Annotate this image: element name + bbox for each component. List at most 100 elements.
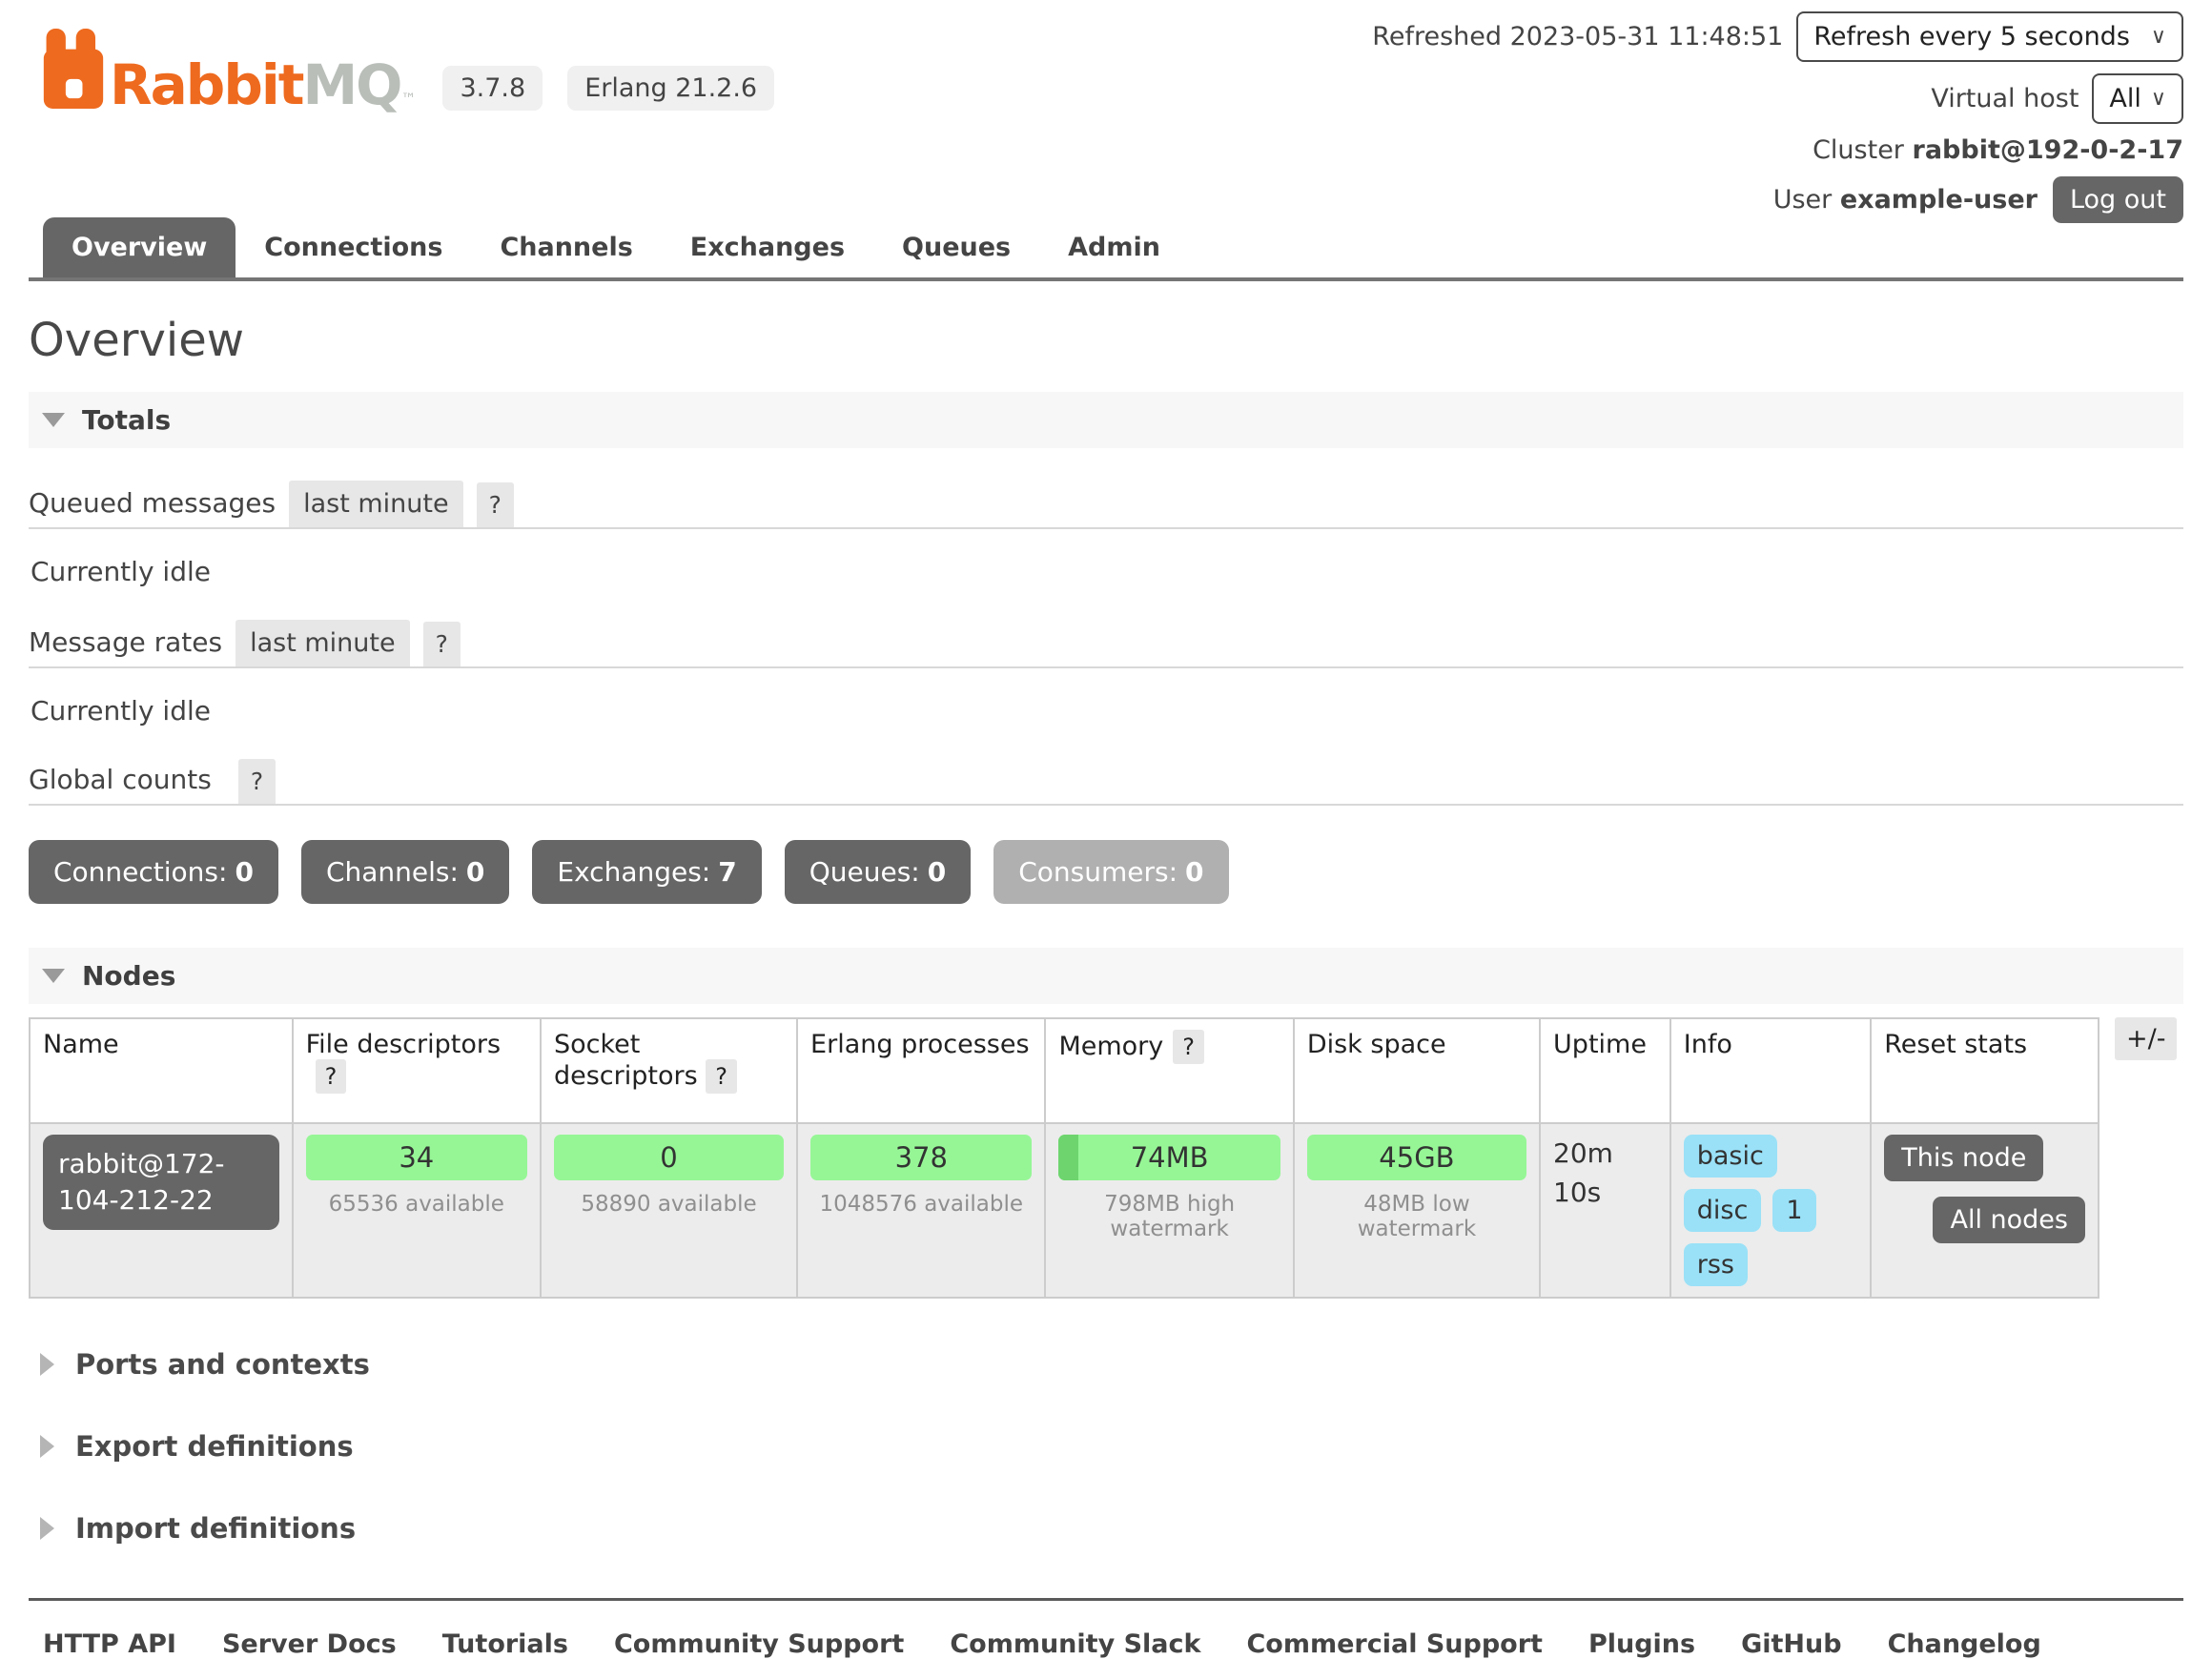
erlang-processes-value: 378: [810, 1135, 1032, 1180]
col-memory: Memory?: [1045, 1018, 1293, 1123]
expand-arrow-icon: [40, 1353, 54, 1376]
memory-bar: 74MB: [1058, 1135, 1280, 1180]
info-badge-basic: basic: [1684, 1135, 1777, 1178]
header: RabbitMQ™ 3.7.8 Erlang 21.2.6 Refreshed …: [29, 0, 2183, 217]
brand-wordmark: RabbitMQ™: [110, 57, 414, 113]
logout-button[interactable]: Log out: [2053, 176, 2183, 223]
channels-count-label: Channels:: [326, 856, 459, 888]
cluster-label: Cluster: [1813, 135, 1904, 165]
nodes-section-header[interactable]: Nodes: [29, 948, 2183, 1004]
tab-queues[interactable]: Queues: [873, 217, 1039, 277]
tab-overview[interactable]: Overview: [43, 217, 236, 277]
page-title: Overview: [29, 314, 2183, 367]
socket-descriptors-bar: 0: [554, 1135, 784, 1180]
tab-exchanges[interactable]: Exchanges: [662, 217, 873, 277]
queues-count-value: 0: [928, 856, 946, 888]
footer-link-http-api[interactable]: HTTP API: [43, 1629, 176, 1659]
footer-link-changelog[interactable]: Changelog: [1888, 1629, 2041, 1659]
refresh-interval-select[interactable]: Refresh every 5 seconds ∨: [1796, 11, 2183, 62]
footer-link-server-docs[interactable]: Server Docs: [222, 1629, 397, 1659]
connections-count-value: 0: [235, 856, 253, 888]
virtual-host-select[interactable]: All ∨: [2092, 73, 2183, 124]
socket-descriptors-help-icon[interactable]: ?: [706, 1059, 737, 1094]
tab-channels[interactable]: Channels: [471, 217, 661, 277]
reset-this-node-button[interactable]: This node: [1884, 1135, 2043, 1181]
reset-stats-cell: This node All nodes: [1871, 1123, 2099, 1298]
memory-cell: 74MB 798MB high watermark: [1045, 1123, 1293, 1298]
totals-section-header[interactable]: Totals: [29, 392, 2183, 448]
footer-link-commercial-support[interactable]: Commercial Support: [1246, 1629, 1543, 1659]
disk-space-bar: 45GB: [1307, 1135, 1526, 1180]
consumers-count-value: 0: [1185, 856, 1203, 888]
connections-count-label: Connections:: [53, 856, 227, 888]
col-info: Info: [1670, 1018, 1871, 1123]
nodes-table-wrap: Name File descriptors? Socket descriptor…: [29, 1017, 2183, 1299]
rabbitmq-logo-icon: [43, 29, 104, 113]
file-descriptors-cell: 34 65536 available: [293, 1123, 541, 1298]
channels-count-value: 0: [466, 856, 484, 888]
footer-link-plugins[interactable]: Plugins: [1588, 1629, 1695, 1659]
message-rates-range-tab[interactable]: last minute: [236, 620, 410, 666]
tab-connections[interactable]: Connections: [236, 217, 471, 277]
node-name-badge[interactable]: rabbit@172-104-212-22: [43, 1135, 279, 1230]
file-descriptors-value: 34: [306, 1135, 527, 1180]
message-rates-header: Message rates last minute ?: [29, 620, 2183, 668]
col-erlang-processes-label: Erlang processes: [810, 1030, 1029, 1059]
import-definitions-section-header[interactable]: Import definitions: [40, 1512, 2183, 1545]
info-badges: basic disc 1 rss: [1684, 1135, 1836, 1286]
nodes-table: Name File descriptors? Socket descriptor…: [29, 1017, 2099, 1299]
socket-descriptors-cell: 0 58890 available: [541, 1123, 797, 1298]
footer-link-github[interactable]: GitHub: [1741, 1629, 1841, 1659]
chevron-down-icon: ∨: [2151, 87, 2166, 111]
exchanges-count-label: Exchanges:: [557, 856, 710, 888]
channels-count-button[interactable]: Channels:0: [301, 840, 509, 904]
brand-mq: MQ: [302, 52, 400, 117]
queued-messages-help-icon[interactable]: ?: [477, 482, 514, 527]
queued-messages-range-tab[interactable]: last minute: [289, 481, 463, 527]
connections-count-button[interactable]: Connections:0: [29, 840, 278, 904]
col-reset-stats: Reset stats: [1871, 1018, 2099, 1123]
footer-links: HTTP API Server Docs Tutorials Community…: [29, 1598, 2183, 1659]
tab-admin[interactable]: Admin: [1039, 217, 1189, 277]
global-counts-stats: Connections:0 Channels:0 Exchanges:7 Que…: [29, 840, 2183, 904]
ports-and-contexts-section-header[interactable]: Ports and contexts: [40, 1348, 2183, 1381]
chevron-down-icon: ∨: [2151, 25, 2166, 49]
cluster-line: Cluster rabbit@192-0-2-17: [1372, 135, 2183, 165]
export-definitions-title: Export definitions: [75, 1430, 354, 1463]
message-rates-help-icon[interactable]: ?: [423, 622, 461, 666]
column-toggle-button[interactable]: +/-: [2115, 1017, 2177, 1060]
brand-trademark: ™: [400, 90, 414, 108]
file-descriptors-available: 65536 available: [306, 1192, 527, 1217]
ports-and-contexts-title: Ports and contexts: [75, 1348, 370, 1381]
col-name-label: Name: [43, 1030, 119, 1059]
info-badge-1: 1: [1772, 1189, 1815, 1232]
footer-link-community-slack[interactable]: Community Slack: [950, 1629, 1200, 1659]
page: RabbitMQ™ 3.7.8 Erlang 21.2.6 Refreshed …: [0, 0, 2212, 1659]
footer-link-tutorials[interactable]: Tutorials: [442, 1629, 568, 1659]
consumers-count-label: Consumers:: [1018, 856, 1178, 888]
disk-space-cell: 45GB 48MB low watermark: [1294, 1123, 1540, 1298]
refreshed-timestamp: Refreshed 2023-05-31 11:48:51: [1372, 22, 1783, 51]
consumers-count-button[interactable]: Consumers:0: [993, 840, 1228, 904]
col-file-descriptors: File descriptors?: [293, 1018, 541, 1123]
reset-all-nodes-button[interactable]: All nodes: [1933, 1197, 2085, 1243]
export-definitions-section-header[interactable]: Export definitions: [40, 1430, 2183, 1463]
file-descriptors-help-icon[interactable]: ?: [316, 1059, 347, 1094]
queued-messages-idle-text: Currently idle: [31, 556, 2183, 587]
col-uptime-label: Uptime: [1553, 1030, 1647, 1059]
uptime-value-minutes: 20m: [1553, 1135, 1657, 1174]
exchanges-count-button[interactable]: Exchanges:7: [532, 840, 761, 904]
erlang-processes-cell: 378 1048576 available: [797, 1123, 1045, 1298]
user-name: example-user: [1840, 185, 2038, 215]
socket-descriptors-available: 58890 available: [554, 1192, 784, 1217]
footer-link-community-support[interactable]: Community Support: [614, 1629, 904, 1659]
col-socket-descriptors: Socket descriptors ?: [541, 1018, 797, 1123]
global-counts-header: Global counts ?: [29, 759, 2183, 806]
erlang-processes-available: 1048576 available: [810, 1192, 1032, 1217]
rabbitmq-logo[interactable]: RabbitMQ™ 3.7.8 Erlang 21.2.6: [43, 29, 774, 113]
queues-count-button[interactable]: Queues:0: [785, 840, 972, 904]
memory-help-icon[interactable]: ?: [1173, 1030, 1204, 1064]
col-uptime: Uptime: [1540, 1018, 1670, 1123]
uptime-cell: 20m 10s: [1540, 1123, 1670, 1298]
global-counts-help-icon[interactable]: ?: [238, 759, 276, 804]
